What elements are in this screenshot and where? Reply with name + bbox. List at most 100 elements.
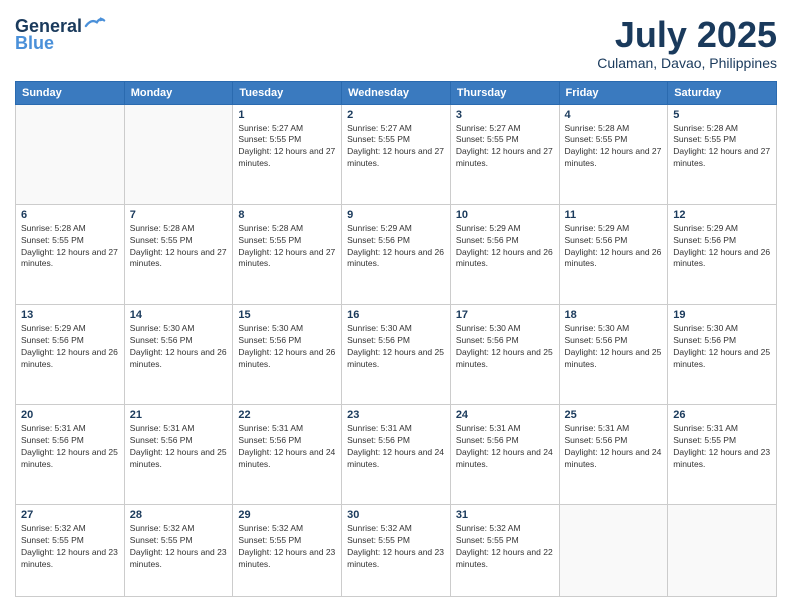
calendar-cell [668,505,777,597]
day-number: 12 [673,209,771,221]
calendar-cell: 5 Sunrise: 5:28 AMSunset: 5:55 PMDaylight… [668,104,777,204]
day-number: 2 [347,109,445,121]
calendar-cell: 3Sunrise: 5:27 AMSunset: 5:55 PMDaylight… [450,104,559,204]
day-number: 27 [21,509,119,521]
calendar-cell: 26 Sunrise: 5:31 AMSunset: 5:55 PMDayligh… [668,405,777,505]
page: General Blue July 2025 Culaman, Davao, P… [0,0,792,612]
col-header-friday: Friday [559,81,668,104]
day-number: 25 [565,409,663,421]
day-number: 22 [238,409,336,421]
day-number: 11 [565,209,663,221]
calendar-cell: 29Sunrise: 5:32 AMSunset: 5:55 PMDayligh… [233,505,342,597]
day-info: Sunrise: 5:28 AMSunset: 5:55 PMDaylight:… [565,123,663,171]
day-number: 31 [456,509,554,521]
day-info: Sunrise: 5:29 AMSunset: 5:56 PMDaylight:… [21,323,119,371]
day-info: Sunrise: 5:31 AMSunset: 5:55 PMDaylight:… [673,423,771,471]
calendar-cell [559,505,668,597]
day-number: 28 [130,509,228,521]
calendar-cell: 13 Sunrise: 5:29 AMSunset: 5:56 PMDayligh… [16,304,125,404]
day-number: 13 [21,309,119,321]
day-number: 26 [673,409,771,421]
calendar-cell [124,104,233,204]
calendar-cell: 30Sunrise: 5:32 AMSunset: 5:55 PMDayligh… [342,505,451,597]
day-number: 8 [238,209,336,221]
day-info: Sunrise: 5:31 AMSunset: 5:56 PMDaylight:… [238,423,336,471]
calendar-cell: 20Sunrise: 5:31 AMSunset: 5:56 PMDayligh… [16,405,125,505]
calendar-cell: 6 Sunrise: 5:28 AMSunset: 5:55 PMDaylight… [16,204,125,304]
day-info: Sunrise: 5:29 AMSunset: 5:56 PMDaylight:… [456,223,554,271]
day-number: 23 [347,409,445,421]
day-info: Sunrise: 5:32 AMSunset: 5:55 PMDaylight:… [21,523,119,571]
calendar-cell: 22 Sunrise: 5:31 AMSunset: 5:56 PMDayligh… [233,405,342,505]
location: Culaman, Davao, Philippines [597,55,777,71]
calendar-cell: 14Sunrise: 5:30 AMSunset: 5:56 PMDayligh… [124,304,233,404]
calendar-cell: 28 Sunrise: 5:32 AMSunset: 5:55 PMDayligh… [124,505,233,597]
day-info: Sunrise: 5:31 AMSunset: 5:56 PMDaylight:… [347,423,445,471]
day-number: 7 [130,209,228,221]
calendar-header-row: SundayMondayTuesdayWednesdayThursdayFrid… [16,81,777,104]
day-info: Sunrise: 5:27 AMSunset: 5:55 PMDaylight:… [238,123,336,171]
day-info: Sunrise: 5:32 AMSunset: 5:55 PMDaylight:… [456,523,554,571]
calendar-cell: 16 Sunrise: 5:30 AMSunset: 5:56 PMDayligh… [342,304,451,404]
day-number: 9 [347,209,445,221]
day-number: 6 [21,209,119,221]
day-number: 4 [565,109,663,121]
calendar-cell: 4 Sunrise: 5:28 AMSunset: 5:55 PMDaylight… [559,104,668,204]
day-info: Sunrise: 5:32 AMSunset: 5:55 PMDaylight:… [130,523,228,571]
day-info: Sunrise: 5:30 AMSunset: 5:56 PMDaylight:… [347,323,445,371]
day-number: 15 [238,309,336,321]
col-header-saturday: Saturday [668,81,777,104]
title-block: July 2025 Culaman, Davao, Philippines [597,15,777,71]
logo: General Blue [15,15,106,54]
calendar-cell: 8 Sunrise: 5:28 AMSunset: 5:55 PMDaylight… [233,204,342,304]
day-info: Sunrise: 5:31 AMSunset: 5:56 PMDaylight:… [565,423,663,471]
day-info: Sunrise: 5:28 AMSunset: 5:55 PMDaylight:… [238,223,336,271]
calendar-cell: 11 Sunrise: 5:29 AMSunset: 5:56 PMDayligh… [559,204,668,304]
col-header-sunday: Sunday [16,81,125,104]
calendar-cell: 15 Sunrise: 5:30 AMSunset: 5:56 PMDayligh… [233,304,342,404]
day-number: 20 [21,409,119,421]
week-row-1: 6 Sunrise: 5:28 AMSunset: 5:55 PMDaylight… [16,204,777,304]
col-header-monday: Monday [124,81,233,104]
day-info: Sunrise: 5:27 AMSunset: 5:55 PMDaylight:… [347,123,445,171]
day-info: Sunrise: 5:31 AMSunset: 5:56 PMDaylight:… [130,423,228,471]
day-number: 19 [673,309,771,321]
day-number: 24 [456,409,554,421]
week-row-0: 1 Sunrise: 5:27 AMSunset: 5:55 PMDaylight… [16,104,777,204]
day-info: Sunrise: 5:29 AMSunset: 5:56 PMDaylight:… [347,223,445,271]
day-info: Sunrise: 5:28 AMSunset: 5:55 PMDaylight:… [673,123,771,171]
calendar-cell: 2 Sunrise: 5:27 AMSunset: 5:55 PMDaylight… [342,104,451,204]
day-number: 16 [347,309,445,321]
week-row-4: 27 Sunrise: 5:32 AMSunset: 5:55 PMDayligh… [16,505,777,597]
day-info: Sunrise: 5:29 AMSunset: 5:56 PMDaylight:… [565,223,663,271]
day-info: Sunrise: 5:32 AMSunset: 5:55 PMDaylight:… [238,523,336,571]
calendar-cell: 25 Sunrise: 5:31 AMSunset: 5:56 PMDayligh… [559,405,668,505]
week-row-3: 20 Sunrise: 5:31 AMSunset: 5:56 PMDayligh… [16,405,777,505]
col-header-thursday: Thursday [450,81,559,104]
calendar-cell: 10 Sunrise: 5:29 AMSunset: 5:56 PMDayligh… [450,204,559,304]
logo-icon [84,15,106,37]
month-title: July 2025 [597,15,777,55]
day-number: 10 [456,209,554,221]
day-number: 30 [347,509,445,521]
calendar-cell: 27 Sunrise: 5:32 AMSunset: 5:55 PMDayligh… [16,505,125,597]
day-info: Sunrise: 5:30 AMSunset: 5:56 PMDaylight:… [130,323,228,371]
col-header-wednesday: Wednesday [342,81,451,104]
day-number: 5 [673,109,771,121]
day-number: 21 [130,409,228,421]
day-info: Sunrise: 5:30 AMSunset: 5:56 PMDaylight:… [456,323,554,371]
day-number: 1 [238,109,336,121]
calendar-cell: 1 Sunrise: 5:27 AMSunset: 5:55 PMDaylight… [233,104,342,204]
calendar-cell: 31 Sunrise: 5:32 AMSunset: 5:55 PMDayligh… [450,505,559,597]
calendar-cell: 23 Sunrise: 5:31 AMSunset: 5:56 PMDayligh… [342,405,451,505]
day-info: Sunrise: 5:29 AMSunset: 5:56 PMDaylight:… [673,223,771,271]
calendar-cell: 7Sunrise: 5:28 AMSunset: 5:55 PMDaylight… [124,204,233,304]
day-number: 17 [456,309,554,321]
day-info: Sunrise: 5:28 AMSunset: 5:55 PMDaylight:… [21,223,119,271]
day-info: Sunrise: 5:31 AMSunset: 5:56 PMDaylight:… [456,423,554,471]
day-info: Sunrise: 5:30 AMSunset: 5:56 PMDaylight:… [238,323,336,371]
calendar-cell [16,104,125,204]
col-header-tuesday: Tuesday [233,81,342,104]
calendar-cell: 9 Sunrise: 5:29 AMSunset: 5:56 PMDaylight… [342,204,451,304]
calendar-cell: 24 Sunrise: 5:31 AMSunset: 5:56 PMDayligh… [450,405,559,505]
